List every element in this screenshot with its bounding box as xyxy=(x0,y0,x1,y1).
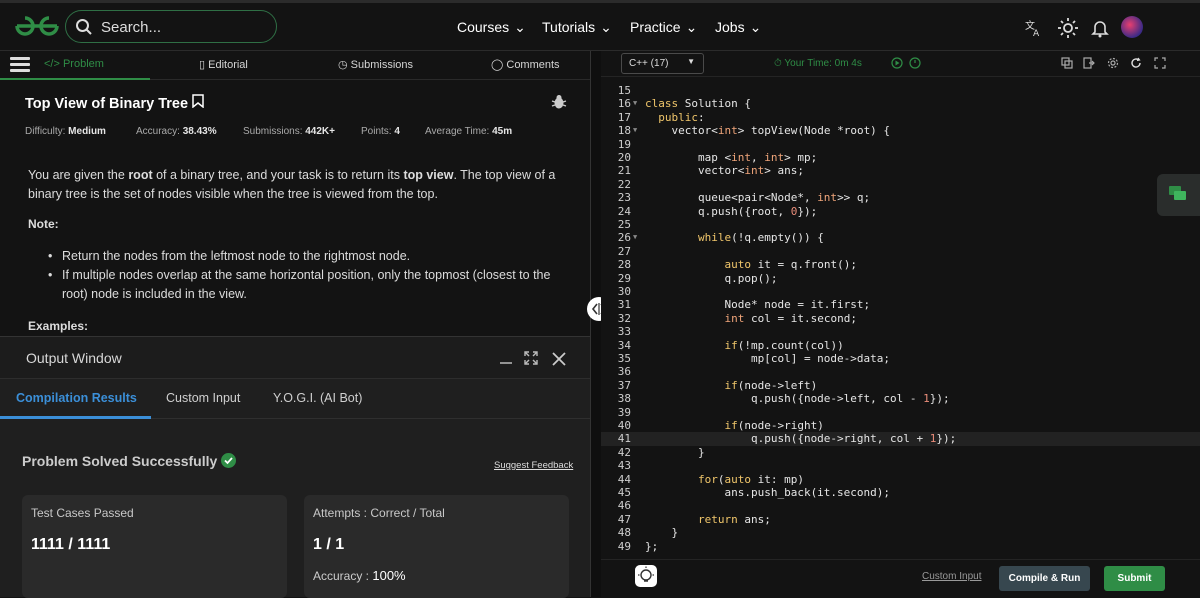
svg-text:A: A xyxy=(1033,29,1040,39)
chevron-down-icon: ⌄ xyxy=(685,19,698,35)
nav-jobs[interactable]: Jobs ⌄ xyxy=(715,19,761,36)
refresh-icon[interactable] xyxy=(1130,57,1142,69)
theme-sun-icon[interactable] xyxy=(1057,17,1079,39)
suggest-feedback-link[interactable]: Suggest Feedback xyxy=(494,460,573,471)
submissions-meta: Submissions: 442K+ xyxy=(243,126,335,137)
document-icon: ▯ xyxy=(199,59,206,71)
export-icon[interactable] xyxy=(1083,57,1095,69)
nav-courses[interactable]: Courses ⌄ xyxy=(457,19,526,36)
close-icon[interactable] xyxy=(552,352,566,366)
compile-run-button[interactable]: Compile & Run xyxy=(999,566,1090,591)
tab-comments[interactable]: ◯ Comments xyxy=(491,58,560,71)
language-select[interactable]: C++ (17) ▼ xyxy=(621,53,704,74)
fullscreen-icon[interactable] xyxy=(1154,57,1166,69)
problem-description: You are given the root of a binary tree,… xyxy=(28,168,556,201)
tab-editorial[interactable]: ▯ Editorial xyxy=(199,58,248,71)
play-icon[interactable] xyxy=(891,57,903,69)
top-navbar: Search... Courses ⌄ Tutorials ⌄ Practice ⌄ … xyxy=(0,0,1200,51)
problem-tabs: </> Problem ▯ Editorial ◷ Submissions ◯ … xyxy=(0,51,590,80)
nav-practice[interactable]: Practice ⌄ xyxy=(630,19,697,36)
submit-button[interactable]: Submit xyxy=(1104,566,1165,591)
stopwatch-icon: ⏱ xyxy=(774,58,782,69)
chat-button[interactable] xyxy=(1157,174,1200,216)
caret-down-icon: ▼ xyxy=(687,57,695,66)
status-message: Problem Solved Successfully xyxy=(22,453,237,469)
search-icon xyxy=(76,19,92,35)
search-placeholder: Search... xyxy=(101,19,162,36)
code-icon: </> xyxy=(44,58,60,70)
accuracy-meta: Accuracy: 38.43% xyxy=(136,126,217,137)
comment-icon: ◯ xyxy=(491,59,504,71)
check-circle-icon xyxy=(221,453,237,468)
settings-gear-icon[interactable] xyxy=(1107,57,1119,69)
gfg-logo-icon[interactable] xyxy=(14,15,60,37)
list-item: Return the nodes from the leftmost node … xyxy=(48,247,578,266)
chevron-down-icon: ⌄ xyxy=(749,19,762,35)
editor-panel: C++ (17) ▼ ⏱ Your Time: 0m 4s 15 16 ▼ class… xyxy=(601,51,1200,597)
search-box[interactable]: Search... xyxy=(65,10,277,43)
examples-heading: Examples: xyxy=(28,319,89,333)
chat-icon xyxy=(1169,186,1186,200)
clock-icon: ◷ xyxy=(338,59,348,71)
tab-problem[interactable]: </> Problem xyxy=(44,58,104,70)
tab-submissions[interactable]: ◷ Submissions xyxy=(338,58,413,71)
chevron-down-icon: ⌄ xyxy=(600,19,612,35)
note-heading: Note: xyxy=(28,217,59,231)
list-item: If multiple nodes overlap at the same ho… xyxy=(48,266,578,304)
minimize-icon[interactable] xyxy=(499,351,513,365)
tab-compilation-results[interactable]: Compilation Results xyxy=(16,391,137,405)
chevron-down-icon: ⌄ xyxy=(514,19,526,35)
menu-icon[interactable] xyxy=(10,57,30,73)
hint-bulb-icon[interactable] xyxy=(635,565,657,587)
card-title: Attempts : Correct / Total xyxy=(313,506,445,520)
tab-yogi-ai-bot[interactable]: Y.O.G.I. (AI Bot) xyxy=(273,391,362,405)
user-avatar[interactable] xyxy=(1121,16,1143,38)
points-meta: Points: 4 xyxy=(361,126,400,137)
average-time-meta: Average Time: 45m xyxy=(425,126,513,137)
editor-footer: Custom Input Compile & Run Submit xyxy=(601,559,1200,597)
panel-divider[interactable] xyxy=(590,51,601,597)
test-cases-card: Test Cases Passed 1111 / 1111 xyxy=(22,495,287,598)
card-value: 1111 / 1111 xyxy=(31,536,111,553)
accuracy-row: Accuracy : 100% xyxy=(313,568,406,583)
translate-icon[interactable]: 文A xyxy=(1022,17,1044,39)
card-value: 1 / 1 xyxy=(313,536,345,553)
custom-input-link[interactable]: Custom Input xyxy=(922,571,981,582)
attempts-card: Attempts : Correct / Total 1 / 1 Accurac… xyxy=(304,495,569,598)
code-editor[interactable]: 15 16 ▼ class Solution { 17 public: 18 ▼ ve… xyxy=(601,79,1200,559)
active-tab-indicator xyxy=(0,416,151,419)
copy-icon[interactable] xyxy=(1061,57,1073,69)
active-tab-indicator xyxy=(0,78,150,80)
output-tabs: Compilation Results Custom Input Y.O.G.I… xyxy=(0,379,590,419)
card-title: Test Cases Passed xyxy=(31,506,134,520)
output-window: Output Window Compilation Results Custom… xyxy=(0,336,590,598)
note-list: Return the nodes from the leftmost node … xyxy=(48,247,578,304)
timer: ⏱ Your Time: 0m 4s xyxy=(774,58,862,69)
nav-tutorials[interactable]: Tutorials ⌄ xyxy=(542,19,612,36)
notification-bell-icon[interactable] xyxy=(1089,17,1111,39)
problem-title: Top View of Binary Tree xyxy=(25,94,204,112)
reset-timer-icon[interactable] xyxy=(909,57,921,69)
output-window-header: Output Window xyxy=(0,337,590,379)
bookmark-icon[interactable] xyxy=(192,94,204,109)
output-window-title: Output Window xyxy=(26,350,122,366)
expand-icon[interactable] xyxy=(524,351,538,365)
tab-custom-input[interactable]: Custom Input xyxy=(166,391,240,405)
difficulty-meta: Difficulty: Medium xyxy=(25,126,106,137)
bug-report-icon[interactable] xyxy=(551,94,567,110)
editor-toolbar: C++ (17) ▼ ⏱ Your Time: 0m 4s xyxy=(601,51,1200,77)
